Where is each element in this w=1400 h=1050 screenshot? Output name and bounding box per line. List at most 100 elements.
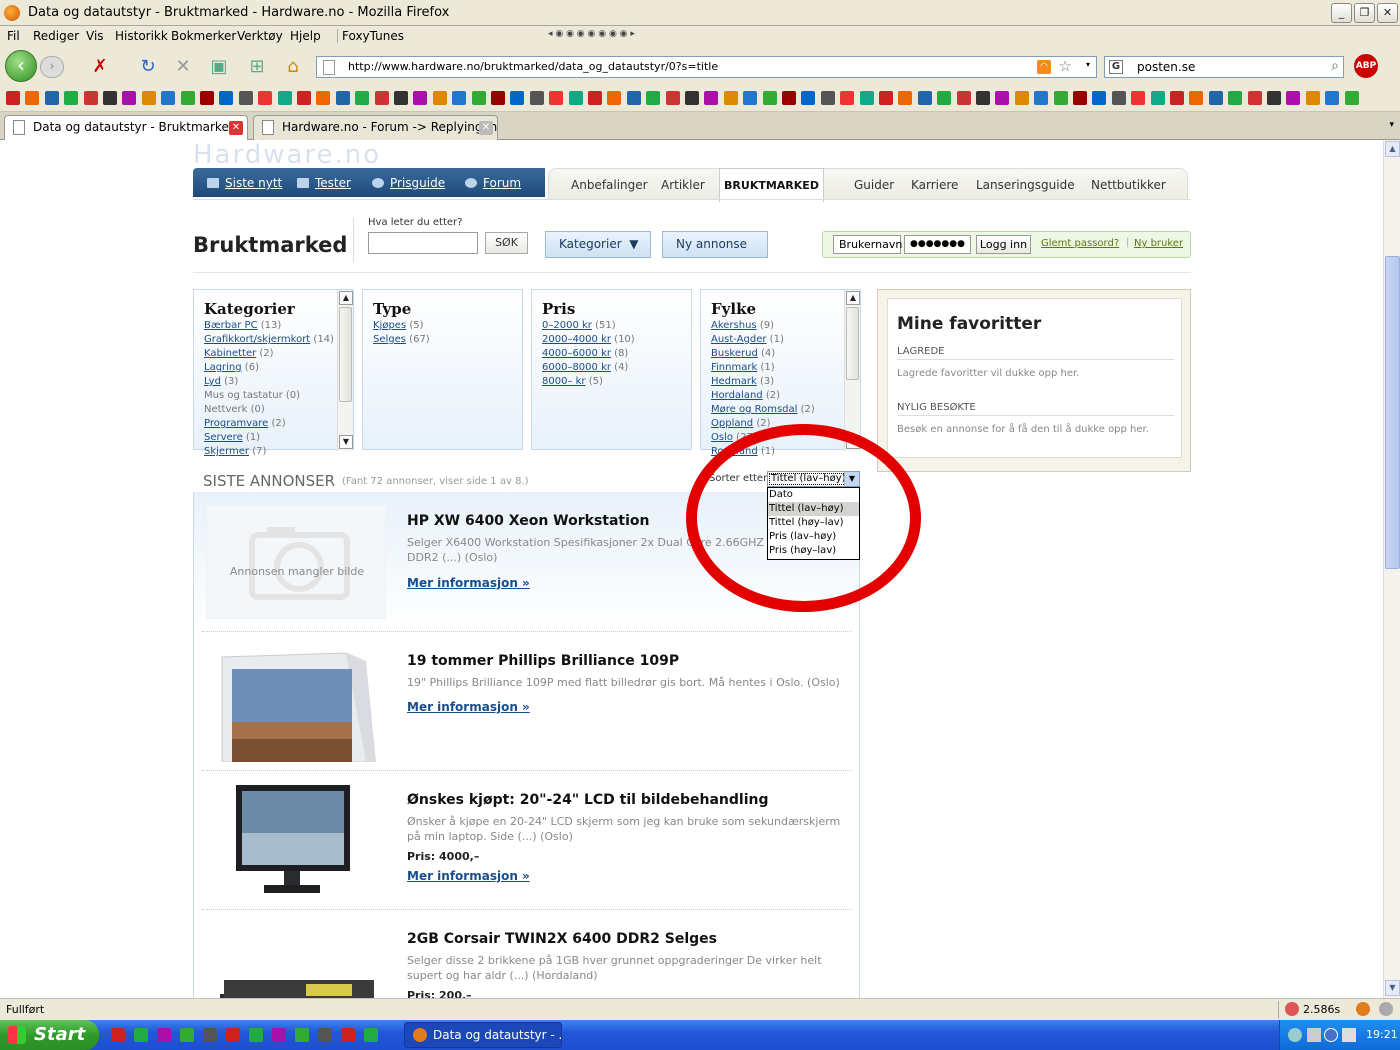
filter-option-link[interactable]: 0–2000 kr: [542, 320, 592, 331]
filter-option[interactable]: Grafikkort/skjermkort (14): [204, 333, 334, 347]
bookmark-icon[interactable]: [297, 91, 311, 105]
bookmark-icon[interactable]: [238, 91, 253, 105]
tab-nettbutikker[interactable]: Nettbutikker: [1091, 178, 1166, 192]
tray-icon[interactable]: [1288, 1028, 1302, 1042]
menu-foxytunes[interactable]: FoxyTunes: [337, 29, 404, 43]
bookmark-icon[interactable]: [1111, 91, 1126, 105]
tab-bruktmarked[interactable]: BRUKTMARKED: [719, 168, 824, 202]
filter-option[interactable]: Skjermer (7): [204, 445, 334, 459]
reload-icon[interactable]: ↻: [136, 56, 160, 78]
filter-option-link[interactable]: Grafikkort/skjermkort: [204, 334, 310, 345]
more-info-link[interactable]: Mer informasjon »: [407, 869, 530, 883]
bookmark-icon[interactable]: [704, 91, 719, 105]
bookmark-icon[interactable]: [1053, 91, 1068, 105]
menu-bokmerker[interactable]: Bokmerker: [171, 29, 236, 43]
bookmark-icon[interactable]: [956, 91, 971, 105]
stop-icon[interactable]: ✕: [171, 56, 195, 78]
bookmark-icon[interactable]: [258, 91, 273, 105]
site-logo[interactable]: Hardware.no: [193, 140, 493, 168]
item-title[interactable]: 19 tommer Phillips Brilliance 109P: [407, 653, 679, 669]
item-title[interactable]: 2GB Corsair TWIN2X 6400 DDR2 Selges: [407, 931, 717, 947]
bookmark-icon[interactable]: [840, 91, 855, 105]
new-user-link[interactable]: Ny bruker: [1134, 238, 1183, 249]
filter-option-link[interactable]: Oppland: [711, 418, 753, 429]
bookmark-icon[interactable]: [335, 91, 350, 105]
quick-launch-icon[interactable]: [318, 1028, 332, 1042]
start-button[interactable]: Start: [0, 1020, 99, 1050]
quick-launch-icon[interactable]: [272, 1028, 286, 1042]
filter-option-link[interactable]: 4000–6000 kr: [542, 348, 611, 359]
quick-launch-icon[interactable]: [111, 1028, 125, 1042]
filter-option-link[interactable]: Lyd: [204, 376, 221, 387]
bookmark-icon[interactable]: [1034, 91, 1049, 105]
tab-artikler[interactable]: Artikler: [661, 178, 705, 192]
bookmark-icon[interactable]: [200, 91, 214, 105]
quick-launch-icon[interactable]: [180, 1028, 194, 1042]
bookmark-icon[interactable]: [937, 91, 952, 105]
filter-option[interactable]: Lagring (6): [204, 361, 334, 375]
bookmark-icon[interactable]: [316, 91, 331, 105]
bookmark-icon[interactable]: [1305, 91, 1320, 105]
minimize-button[interactable]: _: [1331, 3, 1352, 23]
nav-prisguide[interactable]: Prisguide: [372, 176, 445, 190]
foxytunes-controls[interactable]: ◂ ◉ ◉ ◉ ◉ ◉ ◉ ◉ ▸: [548, 29, 635, 39]
close-tab-icon[interactable]: ✕: [229, 121, 243, 135]
addon-status-icon[interactable]: [1379, 1002, 1393, 1016]
search-button[interactable]: SØK: [485, 232, 528, 254]
filter-option-link[interactable]: Hordaland: [711, 390, 763, 401]
menu-verktoy[interactable]: Verktøy: [237, 29, 283, 43]
filter-option[interactable]: Buskerud (4): [711, 347, 815, 361]
bookmark-icon[interactable]: [1325, 91, 1340, 105]
back-button[interactable]: ‹: [5, 50, 37, 82]
bookmark-icon[interactable]: [394, 91, 408, 105]
quick-launch-icon[interactable]: [295, 1028, 309, 1042]
filter-option[interactable]: Bærbar PC (13): [204, 319, 334, 333]
bookmark-icon[interactable]: [1073, 91, 1087, 105]
maximize-button[interactable]: ❐: [1354, 3, 1375, 23]
filter-option-link[interactable]: 8000– kr: [542, 376, 586, 387]
bookmark-icon[interactable]: [646, 91, 661, 105]
bookmark-icon[interactable]: [723, 91, 738, 105]
filter-option-link[interactable]: Selges: [373, 334, 406, 345]
quick-launch-icon[interactable]: [226, 1028, 240, 1042]
filter-option[interactable]: Lyd (3): [204, 375, 334, 389]
taskbar-app-firefox[interactable]: Data og datautstyr - ...: [404, 1022, 562, 1048]
filter-option[interactable]: 4000–6000 kr (8): [542, 347, 635, 361]
scroll-thumb[interactable]: [339, 307, 352, 402]
scroll-up-icon[interactable]: ▲: [339, 291, 353, 305]
bookmark-icon[interactable]: [1247, 91, 1262, 105]
menu-vis[interactable]: Vis: [86, 29, 104, 43]
filter-option-link[interactable]: Buskerud: [711, 348, 758, 359]
bookmark-icon[interactable]: [413, 91, 428, 105]
forward-button[interactable]: ›: [40, 56, 64, 78]
item-title[interactable]: Ønskes kjøpt: 20"-24" LCD til bildebehan…: [407, 792, 768, 808]
bookmark-icon[interactable]: [762, 91, 777, 105]
menu-historikk[interactable]: Historikk: [115, 29, 168, 43]
bookmark-icon[interactable]: [665, 91, 680, 105]
menu-rediger[interactable]: Rediger: [33, 29, 79, 43]
nav-tester[interactable]: Tester: [297, 176, 351, 190]
bookmark-icon[interactable]: [976, 91, 990, 105]
login-button[interactable]: Logg inn: [976, 235, 1031, 254]
filter-option-link[interactable]: Møre og Romsdal: [711, 404, 797, 415]
bookmark-icon[interactable]: [1131, 91, 1146, 105]
tab-guider[interactable]: Guider: [854, 178, 894, 192]
filter-option[interactable]: Hordaland (2): [711, 389, 815, 403]
crt-monitor-image[interactable]: [206, 647, 386, 763]
username-field[interactable]: Brukernavn: [833, 235, 902, 254]
scroll-thumb[interactable]: [846, 307, 859, 380]
filter-option[interactable]: Selges (67): [373, 333, 430, 347]
bookmark-icon[interactable]: [917, 91, 932, 105]
home-icon[interactable]: ⌂: [281, 56, 305, 78]
scroll-down-icon[interactable]: ▼: [1385, 980, 1400, 996]
filter-option-link[interactable]: 2000–4000 kr: [542, 334, 611, 345]
tab-anbefalinger[interactable]: Anbefalinger: [571, 178, 648, 192]
close-button[interactable]: ✕: [1377, 3, 1398, 23]
bookmark-icon[interactable]: [180, 91, 195, 105]
close-tab-icon[interactable]: ✕: [479, 121, 493, 135]
bluetooth-icon[interactable]: [1324, 1028, 1338, 1042]
bookmark-icon[interactable]: [1189, 91, 1204, 105]
filter-option-link[interactable]: Kjøpes: [373, 320, 406, 331]
menu-hjelp[interactable]: Hjelp: [290, 29, 321, 43]
bookmark-icon[interactable]: [1014, 91, 1029, 105]
